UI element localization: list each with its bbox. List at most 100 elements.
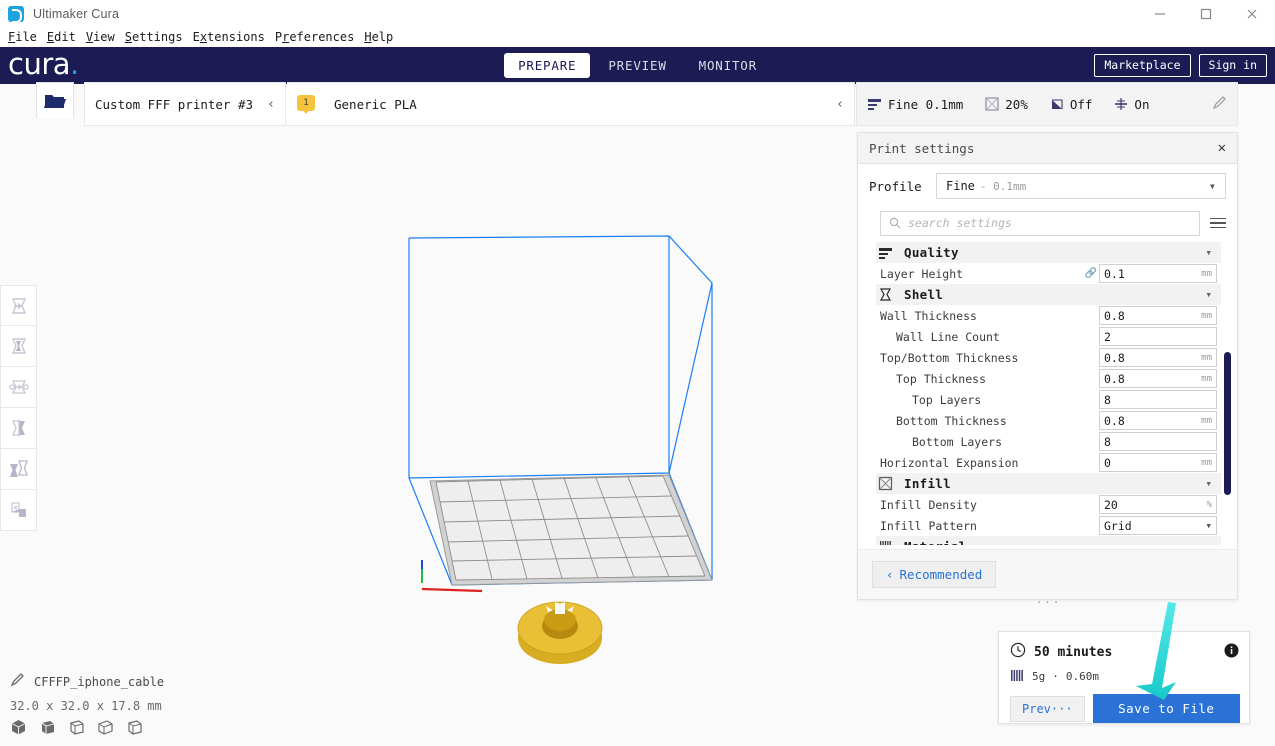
setting-value-field[interactable]: 0.8 mm [1099,306,1217,325]
menu-item-view[interactable]: View [81,30,120,44]
info-icon[interactable] [1224,643,1239,662]
setting-value: 20 [1104,497,1118,512]
setting-value: 0.8 [1104,371,1125,386]
support-blocker-tool[interactable] [0,490,37,531]
maximize-icon[interactable] [1183,0,1229,27]
layer-view-icon[interactable] [68,719,85,740]
setting-row-wall-line-count[interactable]: Wall Line Count 2 [880,326,1217,347]
solid-view-icon[interactable] [10,719,27,740]
title-bar: Ultimaker Cura [0,0,1275,27]
recommended-label: Recommended [899,567,983,582]
setting-value-field[interactable]: 0 mm [1099,453,1217,472]
open-file-button[interactable] [36,82,74,118]
category-label: Material [904,539,967,545]
quick-setting-adhesion[interactable]: On [1114,97,1171,112]
setting-value: 8 [1104,392,1111,407]
material-selector[interactable]: 1 Generic PLA ‹ [287,82,855,126]
chevron-left-icon: ‹ [836,96,844,112]
setting-value-field[interactable]: 8 [1099,432,1217,451]
move-tool[interactable] [0,285,37,326]
setting-value-field[interactable]: 0.8 mm [1099,348,1217,367]
setting-row-top-bottom-thickness[interactable]: Top/Bottom Thickness 0.8 mm [880,347,1217,368]
material-weight: 5g [1032,670,1046,683]
search-placeholder: search settings [908,216,1012,230]
profile-row: Profile Fine - 0.1mm ▾ [858,164,1237,208]
menu-item-settings[interactable]: Settings [120,30,188,44]
support-icon [1051,99,1063,109]
marketplace-button[interactable]: Marketplace [1094,53,1191,78]
save-to-file-button[interactable]: Save to File [1092,694,1240,723]
print-time-row: 50 minutes [999,632,1249,662]
setting-value: Grid [1104,518,1132,533]
print-settings-header: Print settings ✕ [858,133,1237,164]
close-icon[interactable] [1229,0,1275,27]
per-model-settings-tool[interactable] [0,449,37,490]
setting-row-infill-density[interactable]: Infill Density 20 % [880,494,1217,515]
panel-resize-grip[interactable]: ··· [858,596,1239,609]
close-icon[interactable]: ✕ [1218,141,1226,155]
setting-value-field[interactable]: 20 % [1099,495,1217,514]
menu-item-file[interactable]: File [3,30,42,44]
pencil-icon[interactable] [10,672,25,691]
minimize-icon[interactable] [1137,0,1183,27]
tab-monitor[interactable]: MONITOR [685,53,771,78]
settings-category-shell[interactable]: Shell ▾ [876,284,1221,305]
setting-row-bottom-layers[interactable]: Bottom Layers 8 [880,431,1217,452]
setting-row-wall-thickness[interactable]: Wall Thickness 0.8 mm [880,305,1217,326]
sign-in-button[interactable]: Sign in [1198,53,1267,78]
wire-view-icon[interactable] [97,719,114,740]
mirror-tool[interactable] [0,408,37,449]
quick-settings-bar[interactable]: Fine 0.1mm 20% Off On [856,82,1238,126]
quick-setting-infill[interactable]: 20% [985,97,1050,112]
setting-row-layer-height[interactable]: Layer Height 🔗 0.1 mm [880,263,1217,284]
hamburger-icon[interactable] [1210,217,1226,229]
tab-preview[interactable]: PREVIEW [594,53,680,78]
3d-viewport[interactable] [0,128,856,668]
setting-row-top-thickness[interactable]: Top Thickness 0.8 mm [880,368,1217,389]
setting-label: Layer Height [880,266,964,281]
menu-item-edit[interactable]: Edit [42,30,81,44]
menu-item-help[interactable]: Help [359,30,398,44]
setting-row-infill-pattern[interactable]: Infill Pattern Grid ▾ [880,515,1217,536]
setting-value-field[interactable]: 0.1 mm [1099,264,1217,283]
settings-category-quality[interactable]: Quality ▾ [876,242,1221,263]
setting-unit: mm [1201,373,1212,384]
pencil-icon[interactable] [1212,95,1227,114]
settings-category-infill[interactable]: Infill ▾ [876,473,1221,494]
xray-view-icon[interactable] [39,719,56,740]
setting-value: 0.8 [1104,413,1125,428]
recommended-mode-button[interactable]: ‹ Recommended [872,561,997,588]
menu-item-preferences[interactable]: Preferences [270,30,360,44]
printer-selector[interactable]: Custom FFF printer #3 ‹ [84,82,286,126]
setting-value-field[interactable]: 8 [1099,390,1217,409]
setting-value-field[interactable]: 0.8 mm [1099,411,1217,430]
setting-row-top-layers[interactable]: Top Layers 8 [880,389,1217,410]
estimated-print-time: 50 minutes [1034,644,1113,660]
search-input[interactable]: search settings [880,210,1200,236]
settings-scrollbar[interactable] [1224,352,1231,495]
category-label: Infill [904,476,951,491]
menu-item-extensions[interactable]: Extensions [188,30,270,44]
setting-value-field[interactable]: 0.8 mm [1099,369,1217,388]
rotate-tool[interactable] [0,367,37,408]
settings-category-material[interactable]: Material ▾ [876,536,1221,545]
setting-row-horizontal-expansion[interactable]: Horizontal Expansion 0 mm [880,452,1217,473]
settings-list[interactable]: Quality ▾ Layer Height 🔗 0.1 mm Shell ▾ … [858,242,1237,545]
quick-setting-support[interactable]: Off [1050,97,1115,112]
setting-value-dropdown[interactable]: Grid ▾ [1099,516,1217,535]
print-settings-panel: Print settings ✕ Profile Fine - 0.1mm ▾ … [857,132,1238,609]
setting-value-field[interactable]: 2 [1099,327,1217,346]
setting-label: Horizontal Expansion [880,455,1019,470]
shaded-view-icon[interactable] [126,719,143,740]
scale-tool[interactable] [0,326,37,367]
profile-dropdown[interactable]: Fine - 0.1mm ▾ [936,173,1226,199]
material-length: 0.60m [1065,670,1099,683]
setting-row-bottom-thickness[interactable]: Bottom Thickness 0.8 mm [880,410,1217,431]
preview-button[interactable]: Prev··· [1010,695,1085,722]
object-name-row: CFFFP_iphone_cable [10,672,164,691]
tab-prepare[interactable]: PREPARE [504,53,591,78]
quick-setting-infill-label: 20% [1005,96,1028,112]
setting-unit: mm [1201,415,1212,426]
material-icon [880,541,891,545]
quick-setting-layer-height[interactable]: Fine 0.1mm [867,97,985,112]
